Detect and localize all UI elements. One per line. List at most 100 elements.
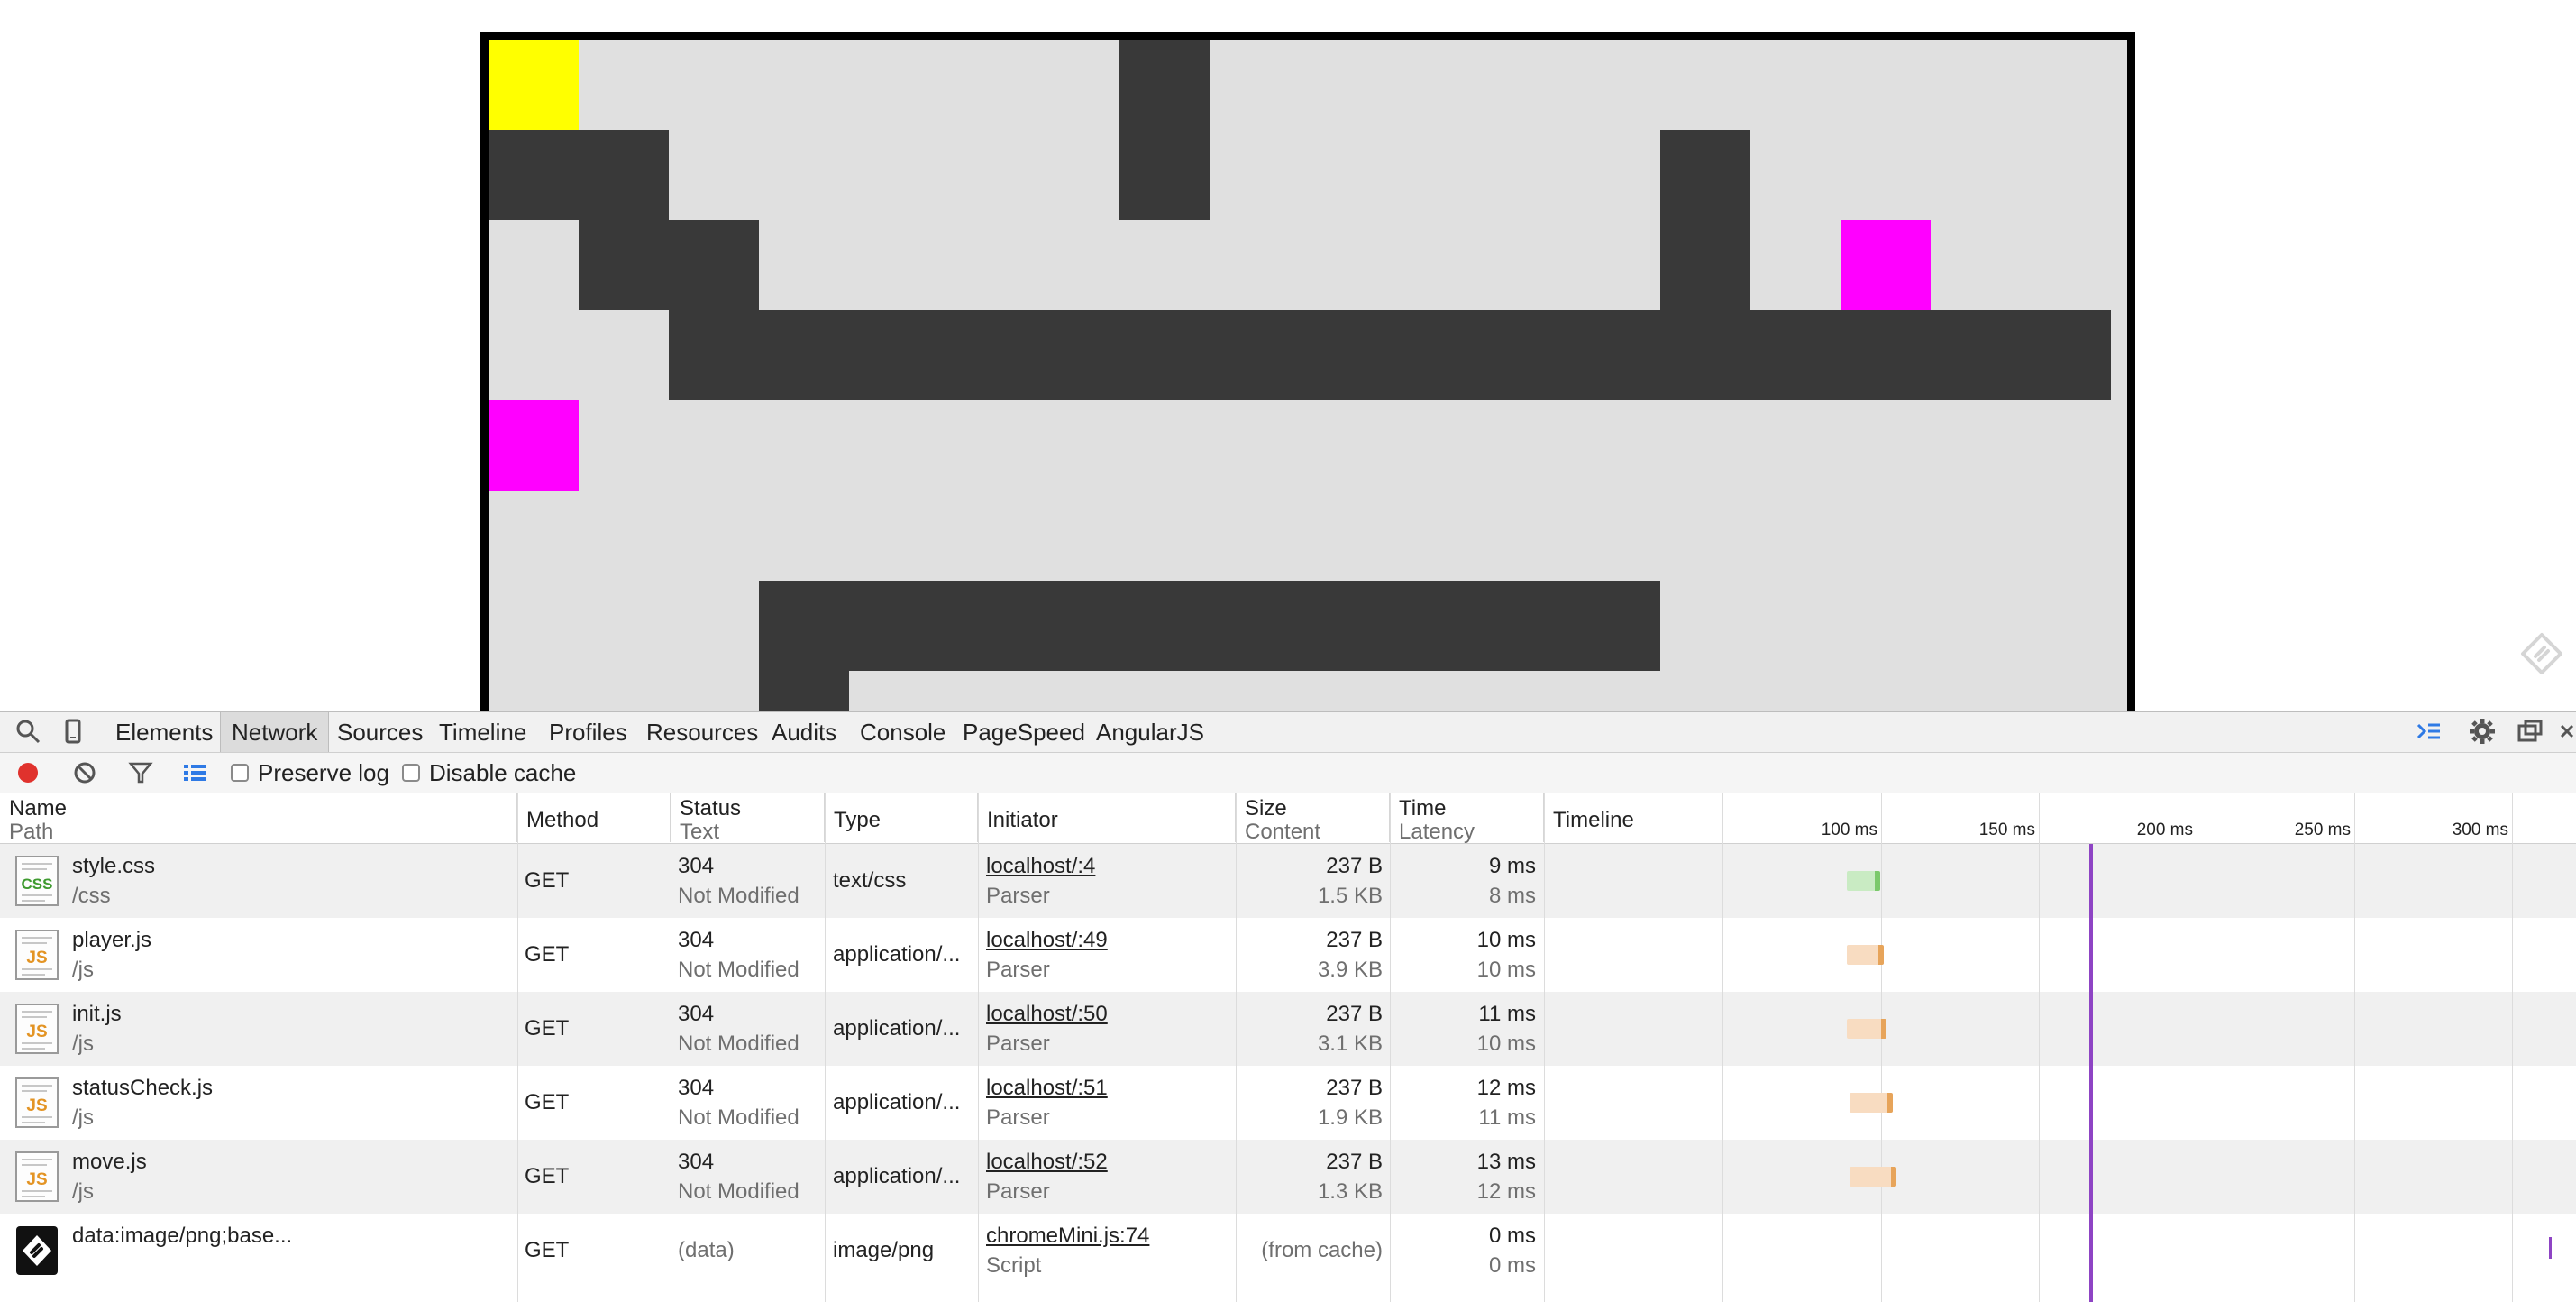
request-path: /js <box>72 958 94 982</box>
initiator-link[interactable]: localhost/:51 <box>986 1073 1229 1103</box>
request-path: /css <box>72 884 111 908</box>
wall-block <box>1119 40 1210 220</box>
large-rows-icon[interactable] <box>182 760 207 785</box>
clear-icon[interactable] <box>72 760 97 785</box>
devtools-tab-bar: Elements Network Sources Timeline Profil… <box>0 712 2576 753</box>
initiator-link[interactable]: chromeMini.js:74 <box>986 1221 1229 1251</box>
tab-pagespeed[interactable]: PageSpeed <box>952 712 1096 752</box>
table-row[interactable]: data:image/png;base... GET (data) image/png… <box>0 1214 2576 1288</box>
request-name: init.js <box>72 1002 122 1026</box>
js-file-icon: JS <box>15 1151 59 1202</box>
initiator-type: Parser <box>986 1179 1050 1204</box>
svg-text:JS: JS <box>26 1096 47 1115</box>
timeline-bar[interactable] <box>1850 1093 1893 1113</box>
status-code: (data) <box>678 1238 735 1262</box>
tab-timeline[interactable]: Timeline <box>428 712 537 752</box>
initiator-column-header[interactable]: Initiator <box>978 793 1236 842</box>
request-latency: 12 ms <box>1476 1179 1536 1204</box>
latency-header-label: Latency <box>1399 820 1475 844</box>
undock-icon[interactable] <box>2517 718 2544 745</box>
timeline-column-header[interactable]: Timeline <box>1544 793 2576 842</box>
load-event-marker <box>2089 844 2093 1302</box>
table-row[interactable]: JS init.js/js GET 304 Not Modified applicatio… <box>0 992 2576 1066</box>
column-divider <box>978 793 979 1302</box>
tab-console[interactable]: Console <box>849 712 956 752</box>
tab-profiles[interactable]: Profiles <box>538 712 638 752</box>
tab-elements[interactable]: Elements <box>105 712 224 752</box>
path-header-label: Path <box>9 820 54 844</box>
gear-icon[interactable] <box>2469 718 2496 745</box>
request-time: 13 ms <box>1476 1150 1536 1174</box>
timeline-bar[interactable] <box>1846 1019 1886 1039</box>
timeline-bar[interactable] <box>1846 945 1884 965</box>
method-column-header[interactable]: Method <box>517 793 671 842</box>
disable-cache-label: Disable cache <box>429 759 577 786</box>
preserve-log-label: Preserve log <box>258 759 389 786</box>
status-text: Not Modified <box>678 1179 799 1204</box>
request-type: application/... <box>833 1164 961 1188</box>
size-column-header[interactable]: Size Content <box>1236 793 1390 844</box>
request-time: 9 ms <box>1488 854 1536 878</box>
request-path: /js <box>72 1179 94 1204</box>
column-divider <box>1390 793 1391 1302</box>
game-board[interactable] <box>480 32 2135 725</box>
js-file-icon: JS <box>15 930 59 980</box>
table-row[interactable]: JS player.js/js GET 304 Not Modified applicat… <box>0 918 2576 992</box>
request-method: GET <box>525 1164 570 1188</box>
type-column-header[interactable]: Type <box>825 793 978 842</box>
tab-angularjs[interactable]: AngularJS <box>1085 712 1215 752</box>
network-request-table: Name Path Method Status Text Type Initia… <box>0 793 2576 1302</box>
record-icon[interactable] <box>15 760 41 785</box>
request-method: GET <box>525 1090 570 1114</box>
timeline-tick-label: 250 ms <box>2294 821 2351 839</box>
table-row[interactable]: CSS style.css/css GET 304 Not Modified text/c… <box>0 844 2576 918</box>
wall-block <box>489 130 669 220</box>
feedly-icon[interactable] <box>2519 631 2564 676</box>
request-method: GET <box>525 868 570 893</box>
transfer-size: (from cache) <box>1261 1238 1383 1262</box>
feedly-icon <box>16 1226 58 1275</box>
request-name: move.js <box>72 1150 147 1174</box>
name-column-header[interactable]: Name Path <box>0 793 517 844</box>
search-icon[interactable] <box>14 718 41 745</box>
size-header-label: Size <box>1245 796 1287 821</box>
tab-resources[interactable]: Resources <box>635 712 769 752</box>
js-file-icon: JS <box>15 1077 59 1128</box>
initiator-link[interactable]: localhost/:52 <box>986 1147 1229 1177</box>
initiator-link[interactable]: localhost/:50 <box>986 999 1229 1029</box>
disable-cache-checkbox[interactable] <box>402 764 420 782</box>
content-size: 3.9 KB <box>1317 958 1383 982</box>
timeline-bar[interactable] <box>1846 871 1880 891</box>
column-divider <box>1881 793 1882 1302</box>
goal-tile <box>489 400 579 491</box>
timeline-bar[interactable] <box>1850 1167 1896 1187</box>
close-icon[interactable] <box>2558 718 2576 745</box>
status-column-header[interactable]: Status Text <box>671 793 825 844</box>
request-path: /js <box>72 1032 94 1056</box>
svg-text:JS: JS <box>26 1170 47 1189</box>
devtools-panel: Elements Network Sources Timeline Profil… <box>0 711 2576 1302</box>
css-file-icon: CSS <box>15 856 59 906</box>
tab-audits[interactable]: Audits <box>761 712 847 752</box>
timeline-header-label: Timeline <box>1553 808 1634 832</box>
filter-icon[interactable] <box>128 760 153 785</box>
initiator-link[interactable]: localhost/:4 <box>986 851 1229 881</box>
request-latency: 0 ms <box>1488 1253 1536 1278</box>
request-time: 12 ms <box>1476 1076 1536 1100</box>
tab-network[interactable]: Network <box>220 712 330 752</box>
initiator-type: Parser <box>986 884 1050 908</box>
initiator-link[interactable]: localhost/:49 <box>986 925 1229 955</box>
status-code: 304 <box>678 928 715 952</box>
column-divider <box>517 793 518 1302</box>
table-row[interactable]: JS move.js/js GET 304 Not Modified applicatio… <box>0 1140 2576 1214</box>
request-type: application/... <box>833 942 961 967</box>
timeline-tick-label: 300 ms <box>2452 821 2508 839</box>
content-size: 1.5 KB <box>1317 884 1383 908</box>
table-row[interactable]: JS statusCheck.js/js GET 304 Not Modified app… <box>0 1066 2576 1140</box>
time-column-header[interactable]: Time Latency <box>1390 793 1544 844</box>
console-drawer-icon[interactable] <box>2416 718 2443 745</box>
tab-sources[interactable]: Sources <box>326 712 434 752</box>
preserve-log-checkbox[interactable] <box>231 764 249 782</box>
device-mode-icon[interactable] <box>59 718 87 745</box>
request-method: GET <box>525 1016 570 1041</box>
